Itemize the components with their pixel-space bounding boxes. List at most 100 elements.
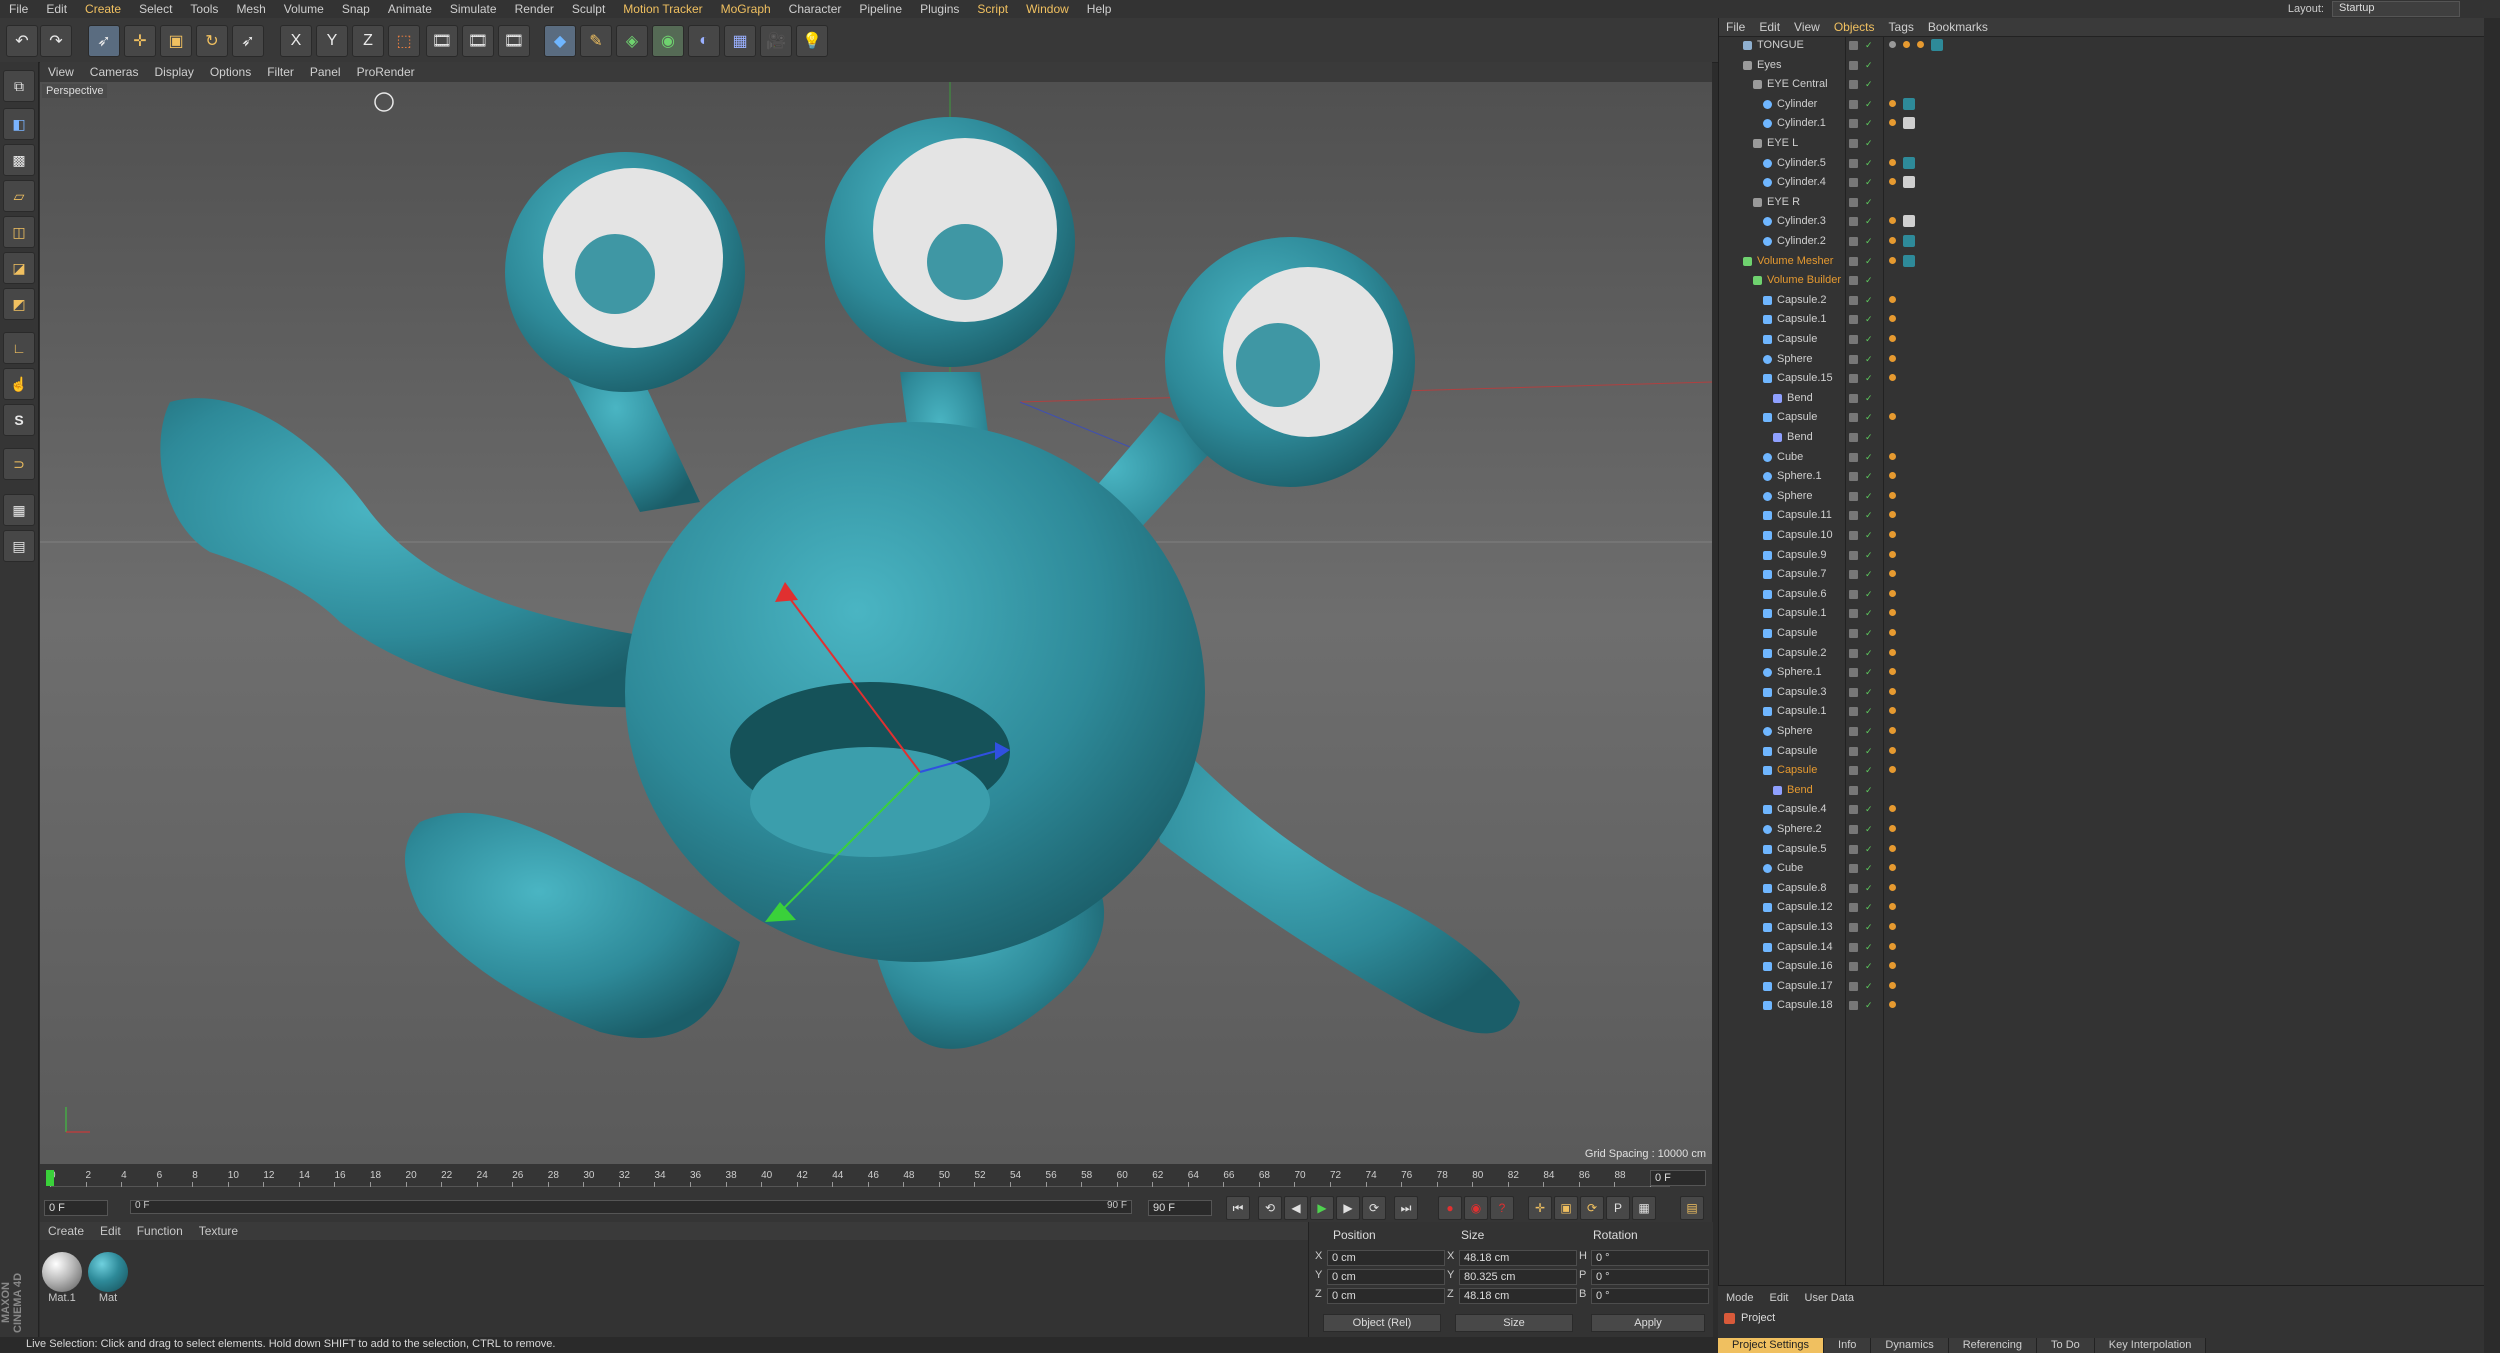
editor-visibility-icon[interactable]: [1849, 393, 1858, 403]
enabled-check-icon[interactable]: ✓: [1865, 727, 1873, 736]
enabled-check-icon[interactable]: ✓: [1865, 335, 1873, 344]
object-row[interactable]: Cylinder.4 ✓: [1719, 173, 2485, 193]
enabled-check-icon[interactable]: ✓: [1865, 119, 1873, 128]
object-row[interactable]: Capsule.6 ✓: [1719, 585, 2485, 605]
next-frame-icon[interactable]: ▶: [1336, 1196, 1360, 1220]
dots-tag-icon[interactable]: [1889, 825, 1896, 832]
object-row[interactable]: Sphere.1 ✓: [1719, 663, 2485, 683]
layout-select[interactable]: Startup: [2332, 1, 2460, 17]
y-axis-icon[interactable]: Y: [316, 25, 348, 57]
object-row[interactable]: Capsule.2 ✓: [1719, 644, 2485, 664]
tab-dynamics[interactable]: Dynamics: [1871, 1338, 1949, 1353]
key-rotation-icon[interactable]: ⟳: [1580, 1196, 1604, 1220]
recent-tool-icon[interactable]: ➶: [232, 25, 264, 57]
enabled-check-icon[interactable]: ✓: [1865, 99, 1873, 108]
editor-visibility-icon[interactable]: [1849, 99, 1858, 109]
enabled-check-icon[interactable]: ✓: [1865, 903, 1873, 912]
object-row[interactable]: Capsule ✓: [1719, 742, 2485, 762]
viewport-menu-prorender[interactable]: ProRender: [349, 65, 423, 79]
menu-mesh[interactable]: Mesh: [227, 2, 274, 16]
enabled-check-icon[interactable]: ✓: [1865, 825, 1873, 834]
editor-visibility-icon[interactable]: [1849, 785, 1858, 795]
dots-tag-icon[interactable]: [1889, 727, 1896, 734]
editor-visibility-icon[interactable]: [1849, 805, 1858, 815]
enabled-check-icon[interactable]: ✓: [1865, 609, 1873, 618]
object-row[interactable]: Capsule.7 ✓: [1719, 565, 2485, 585]
enabled-check-icon[interactable]: ✓: [1865, 1001, 1873, 1010]
object-row[interactable]: Capsule ✓: [1719, 761, 2485, 781]
coordinate-mode-select[interactable]: Object (Rel): [1323, 1314, 1441, 1332]
next-key-icon[interactable]: ⟳: [1362, 1196, 1386, 1220]
key-parameter-icon[interactable]: P: [1606, 1196, 1630, 1220]
apply-button[interactable]: Apply: [1591, 1314, 1705, 1332]
enabled-check-icon[interactable]: ✓: [1865, 158, 1873, 167]
dots-tag-icon[interactable]: [1889, 962, 1896, 970]
workplane-icon[interactable]: ▱: [3, 180, 35, 212]
dots-tag-icon[interactable]: [1889, 942, 1896, 950]
x-axis-icon[interactable]: X: [280, 25, 312, 57]
rotation-p-field[interactable]: 0 °: [1591, 1269, 1709, 1285]
teal-tag-icon[interactable]: [1931, 39, 1943, 51]
menu-help[interactable]: Help: [1078, 2, 1121, 16]
object-row[interactable]: EYE Central ✓: [1719, 75, 2485, 95]
om-menu-bookmarks[interactable]: Bookmarks: [1921, 20, 1995, 34]
dots-tag-icon[interactable]: [1889, 413, 1896, 421]
enabled-check-icon[interactable]: ✓: [1865, 942, 1873, 951]
dots-tag-icon[interactable]: [1889, 981, 1896, 989]
enabled-check-icon[interactable]: ✓: [1865, 766, 1873, 775]
menu-character[interactable]: Character: [780, 2, 851, 16]
menu-snap[interactable]: Snap: [333, 2, 379, 16]
dots-tag-icon[interactable]: [1889, 374, 1896, 382]
enabled-check-icon[interactable]: ✓: [1865, 413, 1873, 422]
texture-mode-icon[interactable]: ▩: [3, 144, 35, 176]
object-row[interactable]: Capsule.10 ✓: [1719, 526, 2485, 546]
white-tag-icon[interactable]: [1903, 215, 1915, 228]
editor-visibility-icon[interactable]: [1849, 962, 1858, 972]
editor-visibility-icon[interactable]: [1849, 707, 1858, 717]
enabled-check-icon[interactable]: ✓: [1865, 785, 1873, 794]
object-row[interactable]: EYE R ✓: [1719, 193, 2485, 213]
dots-tag-icon[interactable]: [1889, 217, 1896, 225]
material-menu-function[interactable]: Function: [129, 1224, 191, 1238]
tab-referencing[interactable]: Referencing: [1948, 1338, 2038, 1353]
editor-visibility-icon[interactable]: [1849, 883, 1858, 893]
enabled-check-icon[interactable]: ✓: [1865, 237, 1873, 246]
rotation-h-field[interactable]: 0 °: [1591, 1250, 1709, 1266]
checker-tag-icon[interactable]: [1889, 41, 1896, 48]
redo-icon[interactable]: ↷: [40, 25, 72, 57]
object-row[interactable]: Capsule.15 ✓: [1719, 369, 2485, 389]
viewport-menu-display[interactable]: Display: [146, 65, 201, 79]
snap-icon[interactable]: ⊃: [3, 448, 35, 480]
om-menu-file[interactable]: File: [1719, 20, 1752, 34]
enabled-check-icon[interactable]: ✓: [1865, 295, 1873, 304]
enabled-check-icon[interactable]: ✓: [1865, 687, 1873, 696]
dots-tag-icon[interactable]: [1889, 903, 1896, 911]
enabled-check-icon[interactable]: ✓: [1865, 80, 1873, 89]
editor-visibility-icon[interactable]: [1849, 315, 1858, 325]
menu-sculpt[interactable]: Sculpt: [563, 2, 614, 16]
enabled-check-icon[interactable]: ✓: [1865, 648, 1873, 657]
dots-tag-icon[interactable]: [1889, 746, 1896, 754]
dots-tag-icon[interactable]: [1889, 256, 1896, 264]
enabled-check-icon[interactable]: ✓: [1865, 60, 1873, 69]
om-menu-edit[interactable]: Edit: [1752, 20, 1787, 34]
workplane-lock-icon[interactable]: ▦: [3, 494, 35, 526]
subdivision-icon[interactable]: ◈: [616, 25, 648, 57]
undo-icon[interactable]: ↶: [6, 25, 38, 57]
position-z-field[interactable]: 0 cm: [1327, 1288, 1445, 1304]
editor-visibility-icon[interactable]: [1849, 276, 1858, 286]
edit-render-settings-icon[interactable]: 🎞: [498, 25, 530, 57]
camera-icon[interactable]: 🎥: [760, 25, 792, 57]
object-row[interactable]: Bend ✓: [1719, 428, 2485, 448]
menu-render[interactable]: Render: [506, 2, 563, 16]
editor-visibility-icon[interactable]: [1849, 825, 1858, 834]
dots-tag-icon[interactable]: [1889, 844, 1896, 852]
dots-tag-icon[interactable]: [1889, 609, 1896, 617]
enabled-check-icon[interactable]: ✓: [1865, 589, 1873, 598]
menu-select[interactable]: Select: [130, 2, 181, 16]
material-mat-1[interactable]: Mat.1: [42, 1252, 82, 1304]
object-row[interactable]: Cylinder.3 ✓: [1719, 212, 2485, 232]
dots-tag-icon[interactable]: [1889, 766, 1896, 774]
viewport-perspective[interactable]: Perspective Grid Spacing: 10000 cm: [40, 82, 1712, 1164]
editor-visibility-icon[interactable]: [1849, 139, 1858, 148]
